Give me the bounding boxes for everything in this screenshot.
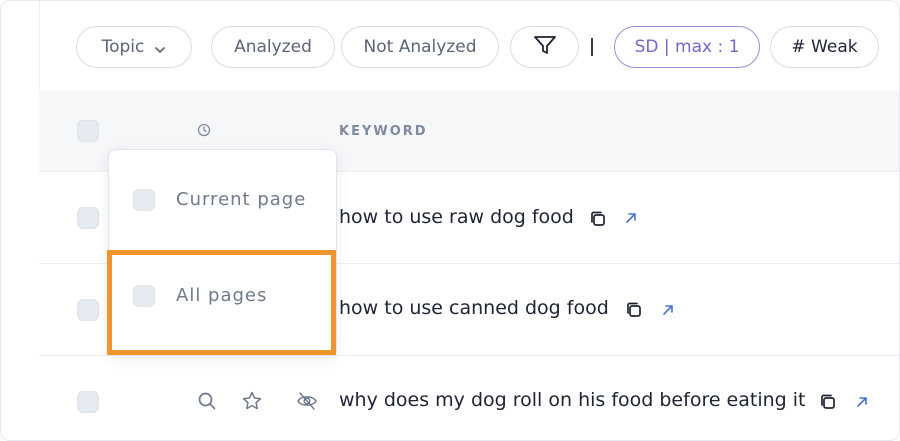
row-checkbox[interactable]: [77, 207, 99, 229]
external-link-icon[interactable]: [624, 210, 638, 229]
copy-icon[interactable]: [624, 300, 644, 324]
analyzed-filter-label: Analyzed: [234, 37, 312, 57]
external-link-icon[interactable]: [661, 302, 675, 321]
topic-filter-label: Topic: [101, 37, 145, 57]
not-analyzed-filter-label: Not Analyzed: [363, 37, 477, 57]
funnel-icon: [532, 33, 558, 62]
weak-filter-button[interactable]: # Weak: [770, 26, 879, 68]
star-icon[interactable]: [241, 390, 263, 416]
search-icon[interactable]: [197, 391, 217, 415]
left-panel-edge: [1, 1, 40, 440]
keyword-text: why does my dog roll on his food before …: [339, 389, 806, 411]
weak-filter-label: # Weak: [791, 37, 858, 57]
copy-icon[interactable]: [588, 209, 608, 233]
table-row: why does my dog roll on his food before …: [39, 356, 899, 440]
select-scope-dropdown: Current page All pages: [108, 149, 337, 356]
current-page-label: Current page: [176, 189, 307, 210]
filter-funnel-button[interactable]: [510, 26, 579, 68]
clock-icon: [197, 122, 211, 141]
select-current-page-option[interactable]: Current page: [109, 150, 336, 240]
select-all-pages-option[interactable]: All pages: [109, 250, 336, 340]
topic-filter-button[interactable]: Topic: [76, 26, 192, 68]
keyword-column-header: KEYWORD: [339, 124, 428, 139]
select-all-checkbox[interactable]: [77, 120, 99, 142]
sd-max-filter-label: SD | max : 1: [634, 37, 740, 57]
all-pages-checkbox[interactable]: [133, 285, 155, 307]
copy-icon[interactable]: [818, 392, 838, 416]
current-page-checkbox[interactable]: [133, 189, 155, 211]
keyword-text: how to use raw dog food: [339, 206, 574, 228]
all-pages-label: All pages: [176, 285, 268, 306]
not-analyzed-filter-button[interactable]: Not Analyzed: [341, 26, 499, 68]
analyzed-filter-button[interactable]: Analyzed: [211, 26, 335, 68]
row-checkbox[interactable]: [77, 299, 99, 321]
sd-max-filter-button[interactable]: SD | max : 1: [614, 26, 760, 68]
chevron-down-icon: [154, 41, 166, 53]
eye-off-icon[interactable]: [296, 391, 318, 415]
keyword-text: how to use canned dog food: [339, 297, 609, 319]
app-frame: Topic Analyzed Not Analyzed SD | max : 1…: [0, 0, 900, 441]
external-link-icon[interactable]: [855, 394, 869, 413]
filter-divider: [591, 38, 593, 56]
row-checkbox[interactable]: [77, 391, 99, 413]
